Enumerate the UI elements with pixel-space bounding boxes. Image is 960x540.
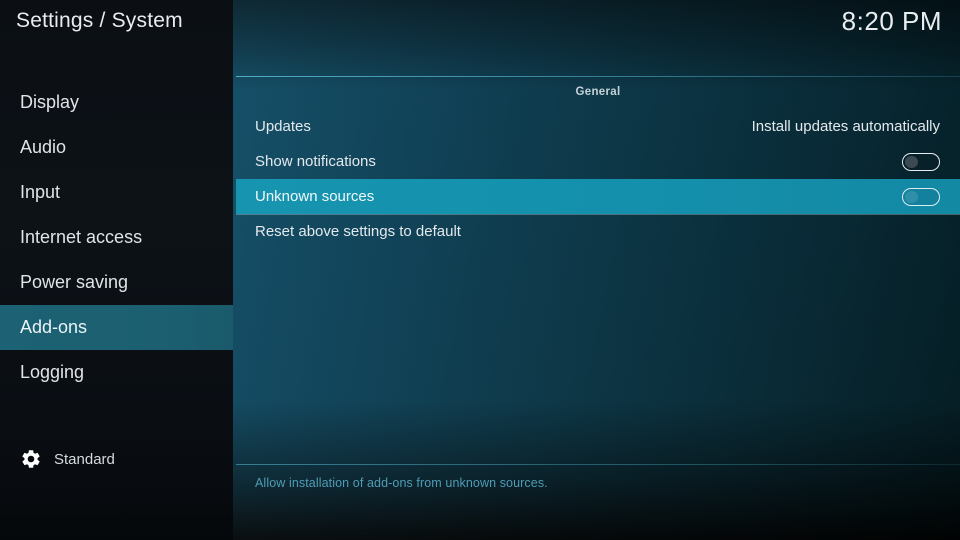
content-background (233, 0, 960, 540)
toggle-knob (905, 190, 918, 204)
setting-description: Allow installation of add-ons from unkno… (255, 476, 548, 490)
setting-value[interactable]: Install updates automatically (752, 118, 940, 135)
toggle-knob (905, 155, 918, 169)
content-bottom-divider (236, 464, 960, 465)
page-title: Settings / System (16, 9, 183, 32)
sidebar-nav: Display Audio Input Internet access Power sa… (0, 80, 233, 395)
setting-label: Updates (255, 118, 311, 135)
sidebar-item-internet-access[interactable]: Internet access (0, 215, 233, 260)
setting-label: Reset above settings to default (255, 223, 461, 240)
setting-toggle-unknown-sources[interactable] (902, 187, 940, 206)
gear-icon (20, 448, 42, 470)
kodi-settings-window: Settings / System Display Audio Input Inter… (0, 0, 960, 540)
clock: 8:20 PM (841, 6, 942, 36)
sidebar-item-logging[interactable]: Logging (0, 350, 233, 395)
setting-row-unknown-sources[interactable]: Unknown sources (236, 179, 960, 214)
sidebar-item-label: Display (20, 92, 80, 112)
sidebar-item-label: Input (20, 182, 61, 202)
sidebar-item-label: Logging (20, 362, 85, 382)
sidebar: Settings / System Display Audio Input Inter… (0, 0, 233, 540)
content-top-divider (236, 76, 960, 77)
sidebar-item-input[interactable]: Input (0, 170, 233, 215)
setting-toggle-show-notifications[interactable] (902, 152, 940, 171)
settings-list: Updates Install updates automatically Show… (236, 109, 960, 249)
sidebar-item-label: Power saving (20, 272, 129, 292)
sidebar-item-label: Audio (20, 137, 67, 157)
sidebar-item-add-ons[interactable]: Add-ons (0, 305, 233, 350)
setting-row-reset-above-settings-to-default[interactable]: Reset above settings to default (236, 214, 960, 249)
sidebar-item-power-saving[interactable]: Power saving (0, 260, 233, 305)
sidebar-item-label: Add-ons (20, 317, 88, 337)
sidebar-item-audio[interactable]: Audio (0, 125, 233, 170)
setting-row-show-notifications[interactable]: Show notifications (236, 144, 960, 179)
setting-label: Show notifications (255, 153, 376, 170)
settings-group-title: General (575, 86, 621, 98)
sidebar-item-display[interactable]: Display (0, 80, 233, 125)
profile-indicator[interactable]: Standard (20, 448, 115, 470)
profile-label: Standard (54, 450, 115, 468)
setting-label: Unknown sources (255, 188, 375, 205)
sidebar-item-label: Internet access (20, 227, 143, 247)
setting-row-updates[interactable]: Updates Install updates automatically (236, 109, 960, 144)
